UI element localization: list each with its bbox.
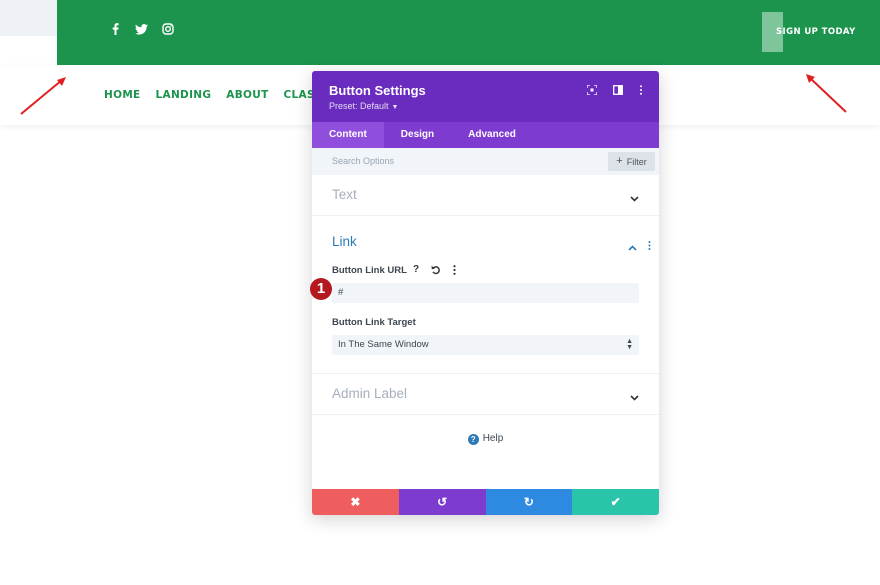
redo-button[interactable]: ↻ bbox=[485, 489, 573, 515]
undo-button[interactable]: ↺ bbox=[398, 489, 486, 515]
chevron-down-icon[interactable] bbox=[630, 388, 639, 406]
button-link-target-select[interactable]: In The Same Window ▲ ▼ bbox=[332, 335, 639, 355]
section-link-title[interactable]: Link bbox=[332, 234, 357, 249]
modal-footer: ✖ ↺ ↻ ✔ bbox=[312, 489, 659, 515]
help-label: Help bbox=[482, 433, 504, 444]
chevron-up-icon[interactable] bbox=[628, 238, 637, 256]
twitter-icon[interactable] bbox=[134, 22, 148, 36]
caret-down-icon: ▼ bbox=[391, 104, 399, 111]
corner-block bbox=[0, 0, 57, 36]
top-bar: SIGN UP TODAY bbox=[57, 0, 880, 65]
expand-icon[interactable] bbox=[585, 83, 599, 97]
preset-selector[interactable]: Preset: Default ▼ bbox=[329, 101, 398, 111]
button-link-url-value: # bbox=[338, 287, 344, 298]
redo-icon: ↻ bbox=[523, 495, 534, 509]
modal-title: Button Settings bbox=[329, 83, 426, 98]
search-row: Search Options + Filter bbox=[312, 148, 659, 175]
help-icon: ? bbox=[467, 434, 479, 445]
modal-tabs: Content Design Advanced bbox=[312, 122, 659, 148]
chevron-down-icon[interactable] bbox=[630, 189, 639, 207]
section-text-title: Text bbox=[332, 187, 357, 202]
nav-item-home[interactable]: HOME bbox=[104, 89, 141, 101]
section-admin-label[interactable]: Admin Label bbox=[312, 374, 659, 415]
check-icon: ✔ bbox=[610, 495, 621, 509]
help-link[interactable]: ? Help bbox=[312, 433, 659, 445]
preset-label: Preset: Default bbox=[329, 101, 389, 111]
help-question-icon[interactable]: ? bbox=[413, 264, 419, 275]
button-settings-modal: Button Settings Preset: Default ▼ Content… bbox=[312, 71, 659, 515]
filter-label: Filter bbox=[626, 156, 647, 167]
instagram-icon[interactable] bbox=[161, 22, 175, 36]
search-options-input[interactable]: Search Options bbox=[332, 156, 394, 166]
plus-icon: + bbox=[616, 155, 623, 167]
page: SIGN UP TODAY HOME LANDING ABOUT CLASSES… bbox=[0, 0, 880, 585]
more-options-icon[interactable] bbox=[634, 83, 648, 97]
save-button[interactable]: ✔ bbox=[572, 489, 659, 515]
signup-button[interactable]: SIGN UP TODAY bbox=[762, 12, 855, 52]
signup-label: SIGN UP TODAY bbox=[776, 27, 856, 37]
sidebar-toggle-icon[interactable] bbox=[611, 83, 625, 97]
button-link-url-input[interactable]: # bbox=[332, 283, 639, 303]
field-options-icon[interactable] bbox=[453, 265, 456, 278]
tab-content[interactable]: Content bbox=[312, 122, 384, 148]
section-admin-label-title: Admin Label bbox=[332, 386, 408, 401]
nav-item-about[interactable]: ABOUT bbox=[226, 89, 268, 101]
select-updown-icon: ▲ ▼ bbox=[626, 338, 633, 351]
tab-advanced[interactable]: Advanced bbox=[451, 122, 533, 148]
section-more-icon[interactable] bbox=[648, 237, 651, 255]
reset-icon[interactable] bbox=[431, 265, 441, 278]
section-text[interactable]: Text bbox=[312, 175, 659, 216]
arrow-right-icon bbox=[806, 74, 847, 113]
arrow-left-icon bbox=[20, 77, 66, 115]
button-link-url-label: Button Link URL bbox=[332, 265, 407, 276]
close-icon: ✖ bbox=[350, 495, 361, 509]
cancel-button[interactable]: ✖ bbox=[312, 489, 399, 515]
button-link-target-label: Button Link Target bbox=[332, 317, 416, 328]
button-link-target-value: In The Same Window bbox=[338, 339, 429, 350]
facebook-icon[interactable] bbox=[109, 22, 121, 36]
undo-icon: ↺ bbox=[437, 495, 448, 509]
section-link: Link Button Link URL ? # Button Link Tar… bbox=[312, 216, 659, 374]
modal-header: Button Settings Preset: Default ▼ bbox=[312, 71, 659, 122]
step-badge: 1 bbox=[310, 278, 332, 300]
filter-button[interactable]: + Filter bbox=[608, 152, 655, 171]
tab-design[interactable]: Design bbox=[384, 122, 451, 148]
nav-item-landing[interactable]: LANDING bbox=[156, 89, 212, 101]
